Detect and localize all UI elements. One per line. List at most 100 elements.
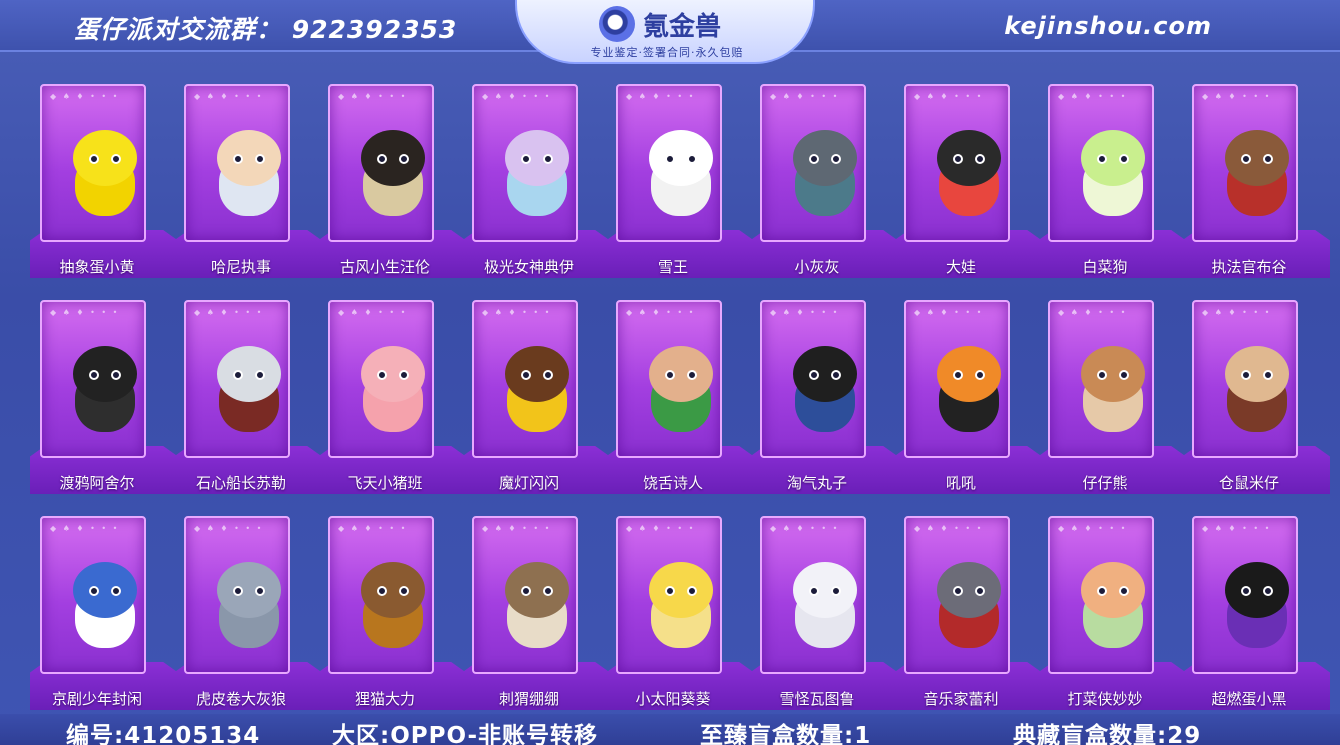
skin-name: 狸猫大力 bbox=[354, 690, 415, 708]
case-decoration-icon: ◆ ♠ ♦ • • • bbox=[1202, 308, 1272, 317]
case-decoration-icon: ◆ ♠ ♦ • • • bbox=[1058, 308, 1128, 317]
skin-grid: ◆ ♠ ♦ • • • 抽象蛋小黄 ◆ ♠ ♦ • • • 哈尼执事 ◆ ♠ ♦ • •… bbox=[30, 80, 1330, 710]
case-decoration-icon: ◆ ♠ ♦ • • • bbox=[482, 308, 552, 317]
case-decoration-icon: ◆ ♠ ♦ • • • bbox=[770, 308, 840, 317]
display-case: ◆ ♠ ♦ • • • bbox=[760, 516, 866, 674]
skin-name: 仓鼠米仔 bbox=[1218, 474, 1279, 492]
character-figure-icon bbox=[785, 126, 865, 222]
case-decoration-icon: ◆ ♠ ♦ • • • bbox=[1202, 524, 1272, 533]
skin-name: 吼吼 bbox=[945, 474, 976, 492]
display-case: ◆ ♠ ♦ • • • bbox=[1048, 84, 1154, 242]
skin-card[interactable]: ◆ ♠ ♦ • • • 雪怪瓦图鲁 bbox=[750, 512, 898, 710]
display-case: ◆ ♠ ♦ • • • bbox=[1048, 516, 1154, 674]
skin-name: 渡鸦阿舍尔 bbox=[59, 474, 135, 492]
display-case: ◆ ♠ ♦ • • • bbox=[40, 516, 146, 674]
display-case: ◆ ♠ ♦ • • • bbox=[904, 300, 1010, 458]
skin-card[interactable]: ◆ ♠ ♦ • • • 魔灯闪闪 bbox=[462, 296, 610, 494]
skin-card[interactable]: ◆ ♠ ♦ • • • 执法官布谷 bbox=[1182, 80, 1330, 278]
skin-card[interactable]: ◆ ♠ ♦ • • • 极光女神典伊 bbox=[462, 80, 610, 278]
skin-name: 大娃 bbox=[945, 258, 976, 276]
display-case: ◆ ♠ ♦ • • • bbox=[328, 516, 434, 674]
display-case: ◆ ♠ ♦ • • • bbox=[472, 300, 578, 458]
skin-card[interactable]: ◆ ♠ ♦ • • • 哈尼执事 bbox=[174, 80, 322, 278]
character-figure-icon bbox=[353, 558, 433, 654]
display-case: ◆ ♠ ♦ • • • bbox=[40, 84, 146, 242]
skin-name: 古风小生汪伦 bbox=[339, 258, 430, 276]
skin-card[interactable]: ◆ ♠ ♦ • • • 雪王 bbox=[606, 80, 754, 278]
skin-card[interactable]: ◆ ♠ ♦ • • • 虎皮卷大灰狼 bbox=[174, 512, 322, 710]
case-decoration-icon: ◆ ♠ ♦ • • • bbox=[914, 524, 984, 533]
character-figure-icon bbox=[1217, 342, 1297, 438]
skin-name: 小太阳葵葵 bbox=[635, 690, 711, 708]
header: 蛋仔派对交流群： 922392353 氪金兽 专业鉴定·签署合同·永久包赔 ke… bbox=[0, 0, 1340, 64]
display-case: ◆ ♠ ♦ • • • bbox=[184, 84, 290, 242]
case-decoration-icon: ◆ ♠ ♦ • • • bbox=[914, 308, 984, 317]
display-case: ◆ ♠ ♦ • • • bbox=[328, 300, 434, 458]
skin-card[interactable]: ◆ ♠ ♦ • • • 仔仔熊 bbox=[1038, 296, 1186, 494]
skin-name: 仔仔熊 bbox=[1082, 474, 1128, 492]
character-figure-icon bbox=[785, 342, 865, 438]
skin-card[interactable]: ◆ ♠ ♦ • • • 淘气丸子 bbox=[750, 296, 898, 494]
skin-card[interactable]: ◆ ♠ ♦ • • • 狸猫大力 bbox=[318, 512, 466, 710]
display-case: ◆ ♠ ♦ • • • bbox=[760, 300, 866, 458]
skin-card[interactable]: ◆ ♠ ♦ • • • 刺猬绷绷 bbox=[462, 512, 610, 710]
display-case: ◆ ♠ ♦ • • • bbox=[1048, 300, 1154, 458]
skin-card[interactable]: ◆ ♠ ♦ • • • 京剧少年封闲 bbox=[30, 512, 178, 710]
skin-card[interactable]: ◆ ♠ ♦ • • • 小太阳葵葵 bbox=[606, 512, 754, 710]
character-figure-icon bbox=[497, 558, 577, 654]
skin-name: 哈尼执事 bbox=[210, 258, 271, 276]
skin-name: 白菜狗 bbox=[1082, 258, 1128, 276]
case-decoration-icon: ◆ ♠ ♦ • • • bbox=[338, 524, 408, 533]
character-figure-icon bbox=[65, 342, 145, 438]
skin-card[interactable]: ◆ ♠ ♦ • • • 超燃蛋小黑 bbox=[1182, 512, 1330, 710]
skin-card[interactable]: ◆ ♠ ♦ • • • 大娃 bbox=[894, 80, 1042, 278]
character-figure-icon bbox=[1217, 126, 1297, 222]
display-case: ◆ ♠ ♦ • • • bbox=[40, 300, 146, 458]
display-case: ◆ ♠ ♦ • • • bbox=[328, 84, 434, 242]
skin-card[interactable]: ◆ ♠ ♦ • • • 古风小生汪伦 bbox=[318, 80, 466, 278]
monster-eye-logo-icon bbox=[599, 6, 635, 42]
character-figure-icon bbox=[929, 126, 1009, 222]
display-case: ◆ ♠ ♦ • • • bbox=[184, 516, 290, 674]
server-region: 大区:OPPO-非账号转移 bbox=[332, 723, 598, 745]
character-figure-icon bbox=[353, 126, 433, 222]
group-number-text: 蛋仔派对交流群： 922392353 bbox=[74, 15, 458, 44]
case-decoration-icon: ◆ ♠ ♦ • • • bbox=[482, 524, 552, 533]
display-case: ◆ ♠ ♦ • • • bbox=[472, 516, 578, 674]
skin-name: 音乐家蕾利 bbox=[923, 690, 999, 708]
skin-name: 小灰灰 bbox=[794, 258, 840, 276]
case-decoration-icon: ◆ ♠ ♦ • • • bbox=[50, 92, 120, 101]
skin-name: 超燃蛋小黑 bbox=[1211, 690, 1287, 708]
skin-card[interactable]: ◆ ♠ ♦ • • • 打菜侠妙妙 bbox=[1038, 512, 1186, 710]
character-figure-icon bbox=[65, 558, 145, 654]
skin-card[interactable]: ◆ ♠ ♦ • • • 吼吼 bbox=[894, 296, 1042, 494]
character-figure-icon bbox=[209, 126, 289, 222]
skin-card[interactable]: ◆ ♠ ♦ • • • 白菜狗 bbox=[1038, 80, 1186, 278]
character-figure-icon bbox=[641, 558, 721, 654]
skin-card[interactable]: ◆ ♠ ♦ • • • 石心船长苏勒 bbox=[174, 296, 322, 494]
display-case: ◆ ♠ ♦ • • • bbox=[904, 516, 1010, 674]
case-decoration-icon: ◆ ♠ ♦ • • • bbox=[194, 308, 264, 317]
case-decoration-icon: ◆ ♠ ♦ • • • bbox=[770, 92, 840, 101]
character-figure-icon bbox=[929, 558, 1009, 654]
display-case: ◆ ♠ ♦ • • • bbox=[616, 84, 722, 242]
case-decoration-icon: ◆ ♠ ♦ • • • bbox=[1058, 92, 1128, 101]
case-decoration-icon: ◆ ♠ ♦ • • • bbox=[194, 92, 264, 101]
skin-card[interactable]: ◆ ♠ ♦ • • • 音乐家蕾利 bbox=[894, 512, 1042, 710]
display-case: ◆ ♠ ♦ • • • bbox=[1192, 516, 1298, 674]
case-decoration-icon: ◆ ♠ ♦ • • • bbox=[1058, 524, 1128, 533]
skin-card[interactable]: ◆ ♠ ♦ • • • 飞天小猪班 bbox=[318, 296, 466, 494]
skin-card[interactable]: ◆ ♠ ♦ • • • 渡鸦阿舍尔 bbox=[30, 296, 178, 494]
case-decoration-icon: ◆ ♠ ♦ • • • bbox=[338, 308, 408, 317]
skin-name: 淘气丸子 bbox=[786, 474, 847, 492]
skin-card[interactable]: ◆ ♠ ♦ • • • 小灰灰 bbox=[750, 80, 898, 278]
case-decoration-icon: ◆ ♠ ♦ • • • bbox=[1202, 92, 1272, 101]
skin-card[interactable]: ◆ ♠ ♦ • • • 抽象蛋小黄 bbox=[30, 80, 178, 278]
skin-name: 虎皮卷大灰狼 bbox=[195, 690, 286, 708]
skin-name: 魔灯闪闪 bbox=[498, 474, 559, 492]
skin-card[interactable]: ◆ ♠ ♦ • • • 饶舌诗人 bbox=[606, 296, 754, 494]
character-figure-icon bbox=[209, 342, 289, 438]
skin-card[interactable]: ◆ ♠ ♦ • • • 仓鼠米仔 bbox=[1182, 296, 1330, 494]
display-case: ◆ ♠ ♦ • • • bbox=[616, 300, 722, 458]
case-decoration-icon: ◆ ♠ ♦ • • • bbox=[482, 92, 552, 101]
